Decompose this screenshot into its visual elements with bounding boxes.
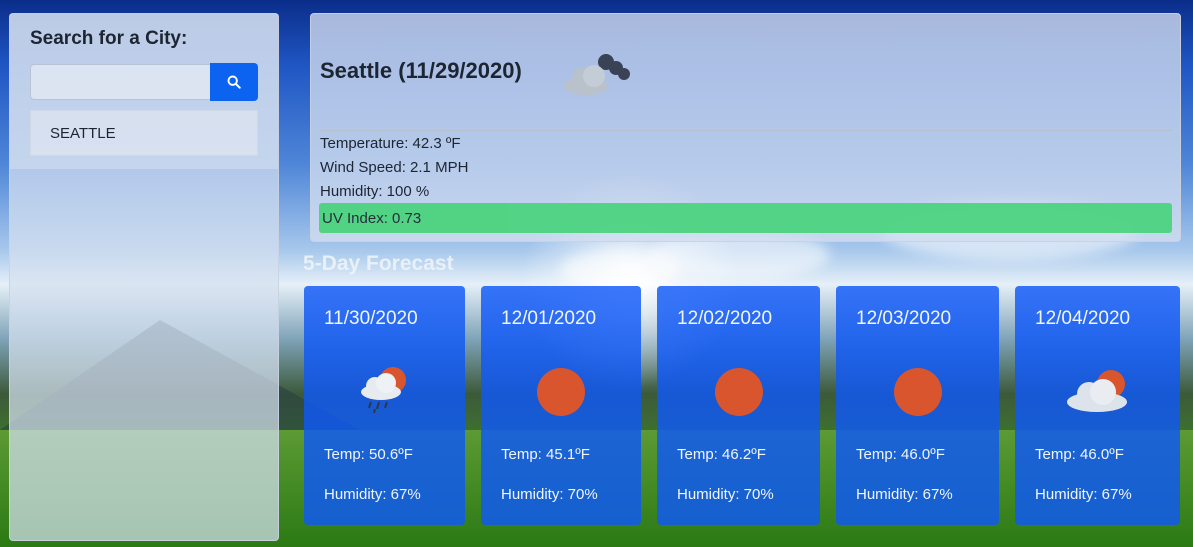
forecast-humidity: Humidity: 67% — [324, 486, 421, 503]
forecast-heading: 5-Day Forecast — [303, 252, 454, 275]
forecast-temp: Temp: 50.6ºF — [324, 446, 413, 463]
current-humidity: Humidity: 100 % — [320, 183, 430, 200]
rain-sun-icon — [304, 362, 465, 418]
forecast-card: 12/04/2020 Temp: 46.0ºF Humidity: 67% — [1015, 286, 1180, 525]
current-temperature: Temperature: 42.3 ºF — [320, 135, 461, 152]
forecast-card: 11/30/2020 Temp: 50.6ºF Humidity: 67% — [304, 286, 465, 525]
forecast-date: 12/04/2020 — [1035, 308, 1131, 329]
forecast-card: 12/03/2020 Temp: 46.0ºF Humidity: 67% — [836, 286, 999, 525]
forecast-card: 12/01/2020 Temp: 45.1ºF Humidity: 70% — [481, 286, 641, 525]
forecast-temp: Temp: 45.1ºF — [501, 446, 590, 463]
forecast-date: 12/02/2020 — [677, 308, 773, 329]
uv-index-badge: UV Index: 0.73 — [319, 203, 1172, 233]
background-cloud — [560, 250, 680, 290]
current-city-title: Seattle (11/29/2020) — [320, 58, 522, 83]
city-search-input[interactable] — [30, 64, 210, 100]
history-item-seattle[interactable]: SEATTLE — [30, 110, 258, 156]
forecast-humidity: Humidity: 67% — [1035, 486, 1132, 503]
forecast-temp: Temp: 46.2ºF — [677, 446, 766, 463]
search-panel: Search for a City: SEATTLE — [10, 14, 278, 169]
sun-icon — [481, 362, 641, 418]
cloud-sun-icon — [1015, 362, 1180, 418]
forecast-humidity: Humidity: 67% — [856, 486, 953, 503]
cloudy-night-icon — [558, 48, 634, 103]
forecast-humidity: Humidity: 70% — [501, 486, 598, 503]
forecast-temp: Temp: 46.0ºF — [856, 446, 945, 463]
forecast-humidity: Humidity: 70% — [677, 486, 774, 503]
sun-icon — [836, 362, 999, 418]
current-weather-card: Seattle (11/29/2020) Temperature: 42.3 º… — [310, 13, 1181, 242]
search-sidebar: Search for a City: SEATTLE — [9, 13, 279, 541]
search-form — [30, 63, 258, 101]
current-divider — [319, 130, 1172, 131]
forecast-temp: Temp: 46.0ºF — [1035, 446, 1124, 463]
current-wind-speed: Wind Speed: 2.1 MPH — [320, 159, 469, 176]
forecast-date: 12/03/2020 — [856, 308, 952, 329]
sun-icon — [657, 362, 820, 418]
forecast-date: 11/30/2020 — [324, 308, 418, 329]
forecast-date: 12/01/2020 — [501, 308, 597, 329]
search-heading: Search for a City: — [30, 28, 188, 49]
search-button[interactable] — [210, 63, 258, 101]
search-icon — [227, 75, 241, 89]
forecast-card: 12/02/2020 Temp: 46.2ºF Humidity: 70% — [657, 286, 820, 525]
